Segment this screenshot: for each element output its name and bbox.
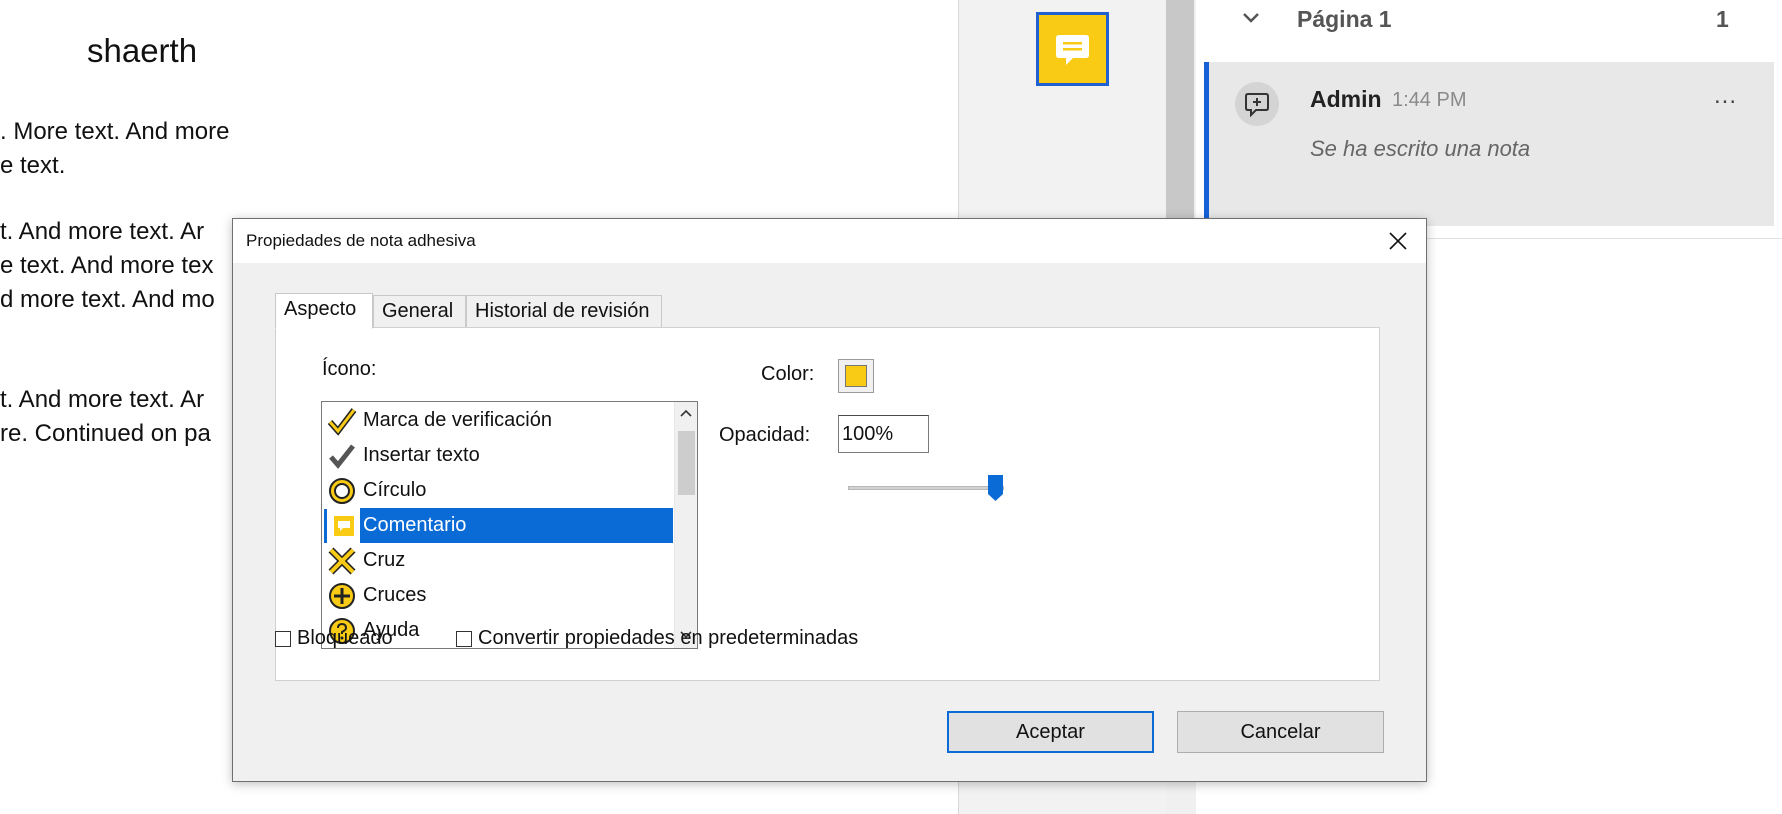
sticky-note-annotation[interactable] xyxy=(1036,12,1109,86)
insert-text-icon xyxy=(324,439,360,473)
chevron-down-icon[interactable] xyxy=(1242,6,1260,34)
list-item-label: Comentario xyxy=(360,508,673,543)
icon-label: Ícono: xyxy=(322,358,377,380)
list-item-label: Marca de verificación xyxy=(363,409,552,431)
dialog-title: Propiedades de nota adhesiva xyxy=(246,231,476,250)
page-comment-count: 1 xyxy=(1716,6,1729,32)
cancel-button[interactable]: Cancelar xyxy=(1177,711,1384,753)
scrollbar-thumb[interactable] xyxy=(678,431,695,495)
comment-type-icon xyxy=(1235,82,1279,126)
comment-card[interactable]: Admin 1:44 PM ... Se ha escrito una nota xyxy=(1204,62,1774,226)
checkmark-icon xyxy=(324,404,360,438)
sticky-note-properties-dialog: Propiedades de nota adhesiva Aspecto Gen… xyxy=(232,218,1427,782)
list-item-label: Insertar texto xyxy=(363,444,480,466)
page-group-label: Página 1 xyxy=(1297,6,1392,32)
crosshairs-icon xyxy=(324,579,360,613)
tab-historial[interactable]: Historial de revisión xyxy=(466,295,662,329)
comment-icon xyxy=(1056,35,1089,65)
list-item[interactable]: Marca de verificación xyxy=(324,403,673,438)
comment-icon xyxy=(324,508,360,543)
color-picker-button[interactable] xyxy=(838,359,874,393)
tab-aspecto[interactable]: Aspecto xyxy=(275,293,373,329)
locked-checkbox[interactable] xyxy=(275,630,291,647)
color-swatch xyxy=(845,365,867,387)
document-text-line: re. Continued on pa xyxy=(0,420,211,447)
document-text-line: . More text. And more xyxy=(0,118,230,145)
opacity-slider-track[interactable] xyxy=(848,486,1004,490)
scroll-up-icon[interactable] xyxy=(675,404,697,424)
cross-icon xyxy=(324,544,360,578)
document-text-line: t. And more text. Ar xyxy=(0,218,205,245)
document-text-line: t. And more text. Ar xyxy=(0,386,205,413)
document-text-line: e text. xyxy=(0,152,66,179)
list-item-label: Círculo xyxy=(363,479,427,501)
tab-general[interactable]: General xyxy=(373,295,466,329)
defaults-label: Convertir propiedades en predeterminadas xyxy=(478,627,859,649)
ok-button[interactable]: Aceptar xyxy=(947,711,1154,753)
opacity-field[interactable] xyxy=(838,415,929,453)
color-label: Color: xyxy=(761,363,815,385)
document-title: shaerth xyxy=(87,32,198,69)
circle-icon xyxy=(324,474,360,508)
list-item[interactable]: Insertar texto xyxy=(324,438,673,473)
locked-checkbox-row[interactable]: Bloqueado xyxy=(275,627,393,650)
icon-listbox[interactable]: Marca de verificación Insertar texto Cír… xyxy=(321,401,698,649)
list-item[interactable]: Cruces xyxy=(324,578,673,613)
opacity-label: Opacidad: xyxy=(719,424,811,446)
locked-label: Bloqueado xyxy=(297,627,393,649)
defaults-checkbox[interactable] xyxy=(456,630,472,647)
opacity-slider-handle[interactable] xyxy=(987,474,1004,502)
add-comment-icon xyxy=(1245,93,1269,117)
defaults-checkbox-row[interactable]: Convertir propiedades en predeterminadas xyxy=(456,627,858,650)
close-icon xyxy=(1389,232,1407,250)
more-options-icon[interactable]: ... xyxy=(1714,82,1737,110)
dialog-titlebar[interactable]: Propiedades de nota adhesiva xyxy=(233,219,1426,263)
list-item-label: Cruces xyxy=(363,584,427,606)
list-item[interactable]: Círculo xyxy=(324,473,673,508)
close-button[interactable] xyxy=(1380,223,1416,259)
list-item-selected[interactable]: Comentario xyxy=(324,508,673,543)
list-item-label: Cruz xyxy=(363,549,406,571)
comment-text: Se ha escrito una nota xyxy=(1310,136,1531,161)
listbox-scrollbar[interactable] xyxy=(674,402,697,648)
document-text-line: e text. And more tex xyxy=(0,252,214,279)
comment-timestamp: 1:44 PM xyxy=(1392,89,1467,111)
document-text-line: d more text. And mo xyxy=(0,286,215,313)
list-item[interactable]: Cruz xyxy=(324,543,673,578)
page-group-header[interactable]: Página 1 1 xyxy=(1196,0,1782,40)
comment-author: Admin xyxy=(1310,86,1382,112)
